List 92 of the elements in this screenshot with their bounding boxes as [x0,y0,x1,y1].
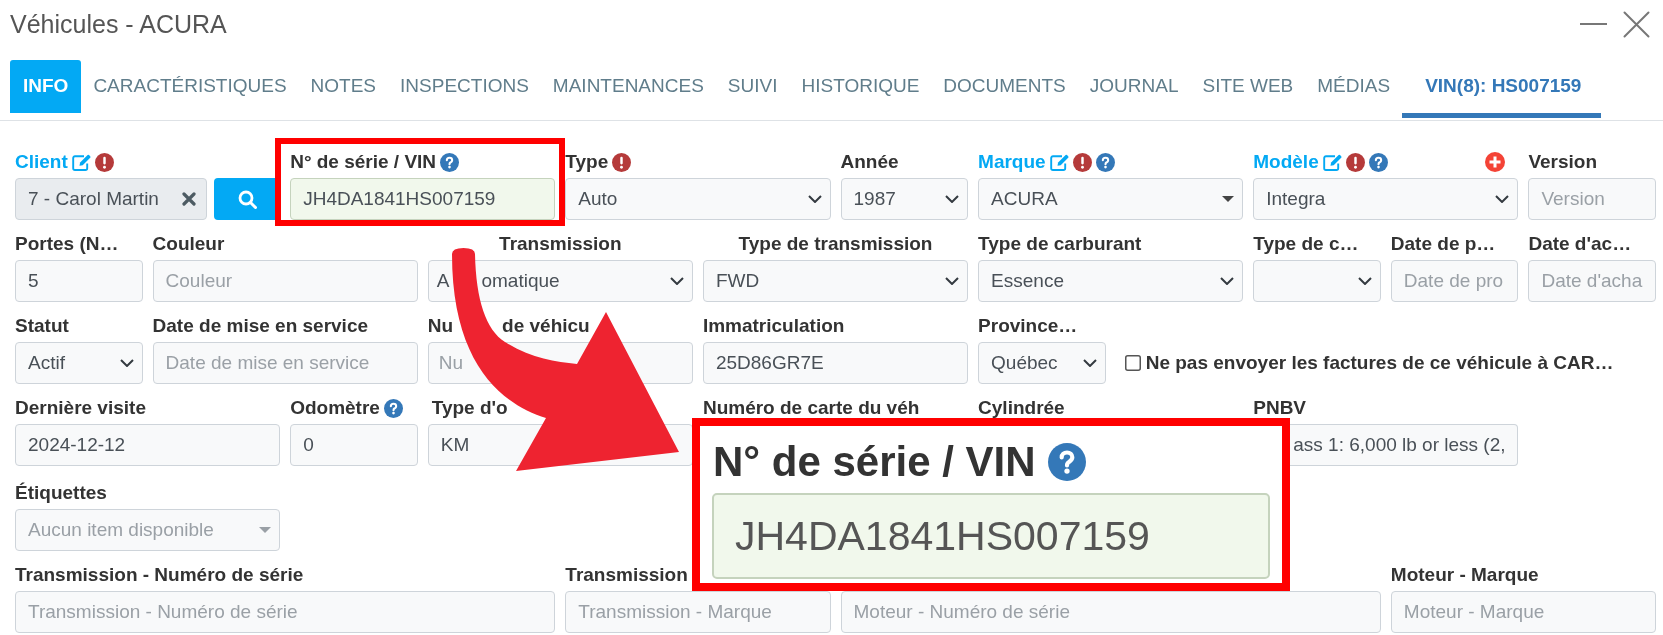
help-icon[interactable] [440,152,460,172]
input-field[interactable]: Couleur [152,260,418,302]
dropdown[interactable]: Québec [978,342,1106,384]
dropdown[interactable]: Essence [978,260,1244,302]
field-label: Type [565,152,609,172]
tab[interactable]: INSPECTIONS [388,60,541,113]
caret-down-icon [259,527,272,533]
field-label: Date d'ac… [1528,234,1632,254]
field-label: Transmission [499,234,622,254]
chevron-down-icon [1082,359,1097,367]
clear-icon[interactable] [182,192,197,206]
field-label: Odomètre [290,398,380,418]
dropdown[interactable]: Auto [565,178,831,220]
field-label: Dernière visite [15,398,146,418]
tab[interactable]: VIN(8): HS007159 [1402,60,1602,118]
field-label: Cylindrée [978,398,1065,418]
field-label: Date de mise en service [152,316,369,336]
input-field[interactable]: JH4DA1841HS007159 [712,493,1270,579]
field-label: N° de série / VIN [290,152,437,172]
edit-icon[interactable] [71,153,91,171]
tab[interactable]: HISTORIQUE [789,60,932,113]
dropdown[interactable]: 1987 [840,178,969,220]
field-label: Année [840,152,899,172]
chevron-down-icon [1220,277,1235,285]
dropdown[interactable]: FWD [702,260,969,302]
search-icon [237,189,257,209]
tab[interactable]: DOCUMENTS [931,60,1078,113]
input-field[interactable]: 5 [15,260,143,302]
input-field[interactable]: Moteur - Marque [1390,591,1656,633]
chevron-down-icon [945,195,960,203]
field-label: Transmission - Numéro de série [15,565,304,585]
caret-down-icon [1222,196,1235,202]
field-label: Nu [427,316,454,336]
client-field[interactable]: 7 - Carol Martin [15,178,208,220]
field-label: Type de carburant [978,234,1142,254]
edit-icon[interactable] [1322,153,1342,171]
add-icon[interactable] [1485,152,1506,172]
dropdown[interactable]: ACURA [978,178,1244,220]
edit-icon[interactable] [1049,153,1069,171]
chevron-down-icon [1357,277,1372,285]
tab[interactable]: NOTES [298,60,389,113]
chevron-down-icon [669,277,684,285]
field-label: Type de transmission [738,234,933,254]
help-icon[interactable] [1047,443,1086,481]
input-field[interactable]: 0 [290,424,418,466]
checkbox-label[interactable]: Ne pas envoyer les factures de ce véhicule à CAR… [1145,348,1614,378]
input-field[interactable]: Date de mise en service [152,342,418,384]
field-label: Transmission [565,565,688,585]
input-field[interactable]: 2024-12-12 [15,424,281,466]
checkbox[interactable] [1124,355,1141,371]
field-label: N° de série / VIN [713,438,1036,486]
field-label: de véhicu [502,316,590,336]
field-label: Province… [978,316,1078,336]
tab[interactable]: CARACTÉRISTIQUES [81,60,299,113]
tab[interactable]: SITE WEB [1190,60,1306,113]
window-title: Véhicules - ACURA [10,9,227,39]
field-label: Date de p… [1390,234,1496,254]
chevron-down-icon [945,277,960,285]
dropdown[interactable]: Integra [1253,178,1519,220]
dropdown[interactable]: A omatique [427,260,693,302]
field-label: Moteur - Marque [1390,565,1539,585]
help-icon[interactable] [1095,152,1115,172]
dropdown[interactable]: Actif [15,342,143,384]
help-icon[interactable] [383,398,403,418]
input-field[interactable]: Date de pro [1390,260,1519,302]
input-field[interactable]: Version [1528,178,1656,220]
field-label: Statut [15,316,69,336]
input-field[interactable]: 25D86GR7E [702,342,969,384]
input-field[interactable]: Moteur - Numéro de série [840,591,1381,633]
chevron-down-icon [119,359,134,367]
chevron-down-icon [1495,195,1510,203]
chevron-down-icon [807,195,822,203]
field-label: PNBV [1253,398,1307,418]
tab[interactable]: MÉDIAS [1305,60,1403,113]
input-field[interactable]: Date d'acha [1528,260,1656,302]
input-field[interactable]: JH4DA1841HS007159 [290,178,556,220]
field-label: Étiquettes [15,483,107,503]
tab[interactable]: MAINTENANCES [540,60,716,113]
dropdown[interactable]: ass 1: 6,000 lb or less (2, [1289,424,1519,466]
field-label: Immatriculation [702,316,845,336]
tab[interactable]: SUIVI [715,60,790,113]
tab[interactable]: JOURNAL [1077,60,1191,113]
field-label: Numéro de carte du véh [702,398,920,418]
help-icon[interactable] [1368,152,1388,172]
field-label: Couleur [152,234,225,254]
input-field[interactable]: Transmission - Marque [565,591,831,633]
field-label: Portes (N… [15,234,119,254]
close-icon[interactable] [1623,10,1650,38]
field-label: Type d'o [431,398,508,418]
field-label: Version [1528,152,1598,172]
field-label: Type de c… [1253,234,1359,254]
input-field[interactable]: Transmission - Numéro de série [15,591,556,633]
